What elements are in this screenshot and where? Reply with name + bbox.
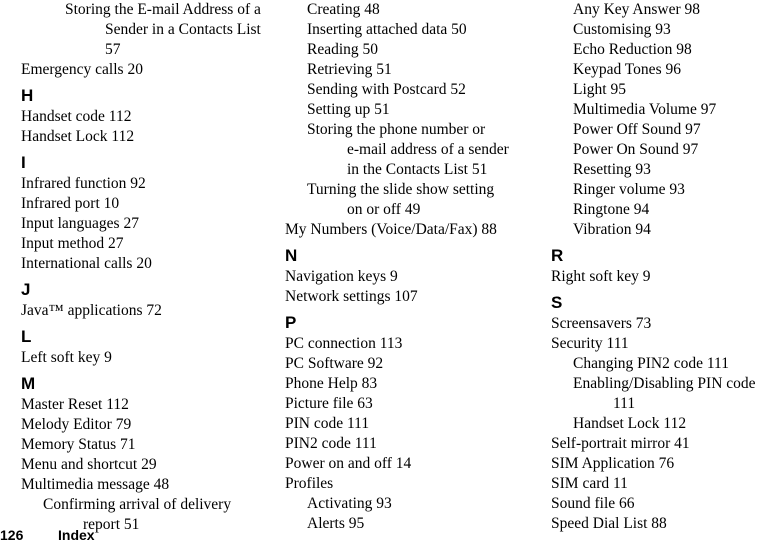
index-column-3: Any Key Answer 98 Customising 93 Echo Redu… — [543, 0, 768, 534]
index-entry: Power On Sound 97 — [573, 141, 699, 158]
index-entry: Resetting 93 — [573, 161, 651, 178]
index-letter-heading: I — [21, 153, 26, 172]
index-entry: SIM Application 76 — [551, 455, 675, 472]
index-entry: Screensavers 73 — [551, 315, 652, 332]
index-entry: Network settings 107 — [285, 288, 418, 305]
index-entry: Retrieving 51 — [307, 61, 392, 78]
index-columns: Storing the E-mail Address of a Sender in… — [0, 0, 768, 533]
index-entry: Enabling/Disabling PIN code — [573, 375, 756, 392]
index-entry: Multimedia message 48 — [21, 476, 170, 493]
index-entry: Echo Reduction 98 — [573, 41, 692, 58]
index-letter-heading: M — [21, 374, 36, 393]
index-entry: Storing the E-mail Address of a — [65, 1, 261, 18]
index-entry: SIM card 11 — [551, 475, 628, 492]
index-entry: Power on and off 14 — [285, 455, 412, 472]
index-entry: Menu and shortcut 29 — [21, 456, 157, 473]
index-entry: Multimedia Volume 97 — [573, 101, 717, 118]
index-entry: Handset Lock 112 — [21, 128, 135, 145]
index-entry: Reading 50 — [307, 41, 379, 58]
index-entry: Profiles — [285, 475, 334, 492]
index-entry: Input languages 27 — [21, 215, 139, 232]
index-entry: Ringer volume 93 — [573, 181, 685, 198]
index-entry: Left soft key 9 — [21, 349, 112, 366]
index-entry: on or off 49 — [347, 201, 421, 218]
index-entry: Picture file 63 — [285, 395, 373, 412]
index-entry: Keypad Tones 96 — [573, 61, 681, 78]
index-entry: Inserting attached data 50 — [307, 21, 467, 38]
index-entry: Any Key Answer 98 — [573, 1, 700, 18]
index-entry: Creating 48 — [307, 1, 380, 18]
index-letter-heading: J — [21, 280, 31, 299]
index-entry: Java™ applications 72 — [21, 302, 162, 319]
index-entry: PC Software 92 — [285, 355, 384, 372]
index-entry: Melody Editor 79 — [21, 416, 132, 433]
index-entry: Sending with Postcard 52 — [307, 81, 466, 98]
index-letter-heading: N — [285, 246, 298, 265]
footer-page-number: 126 — [0, 527, 24, 543]
index-entry: Storing the phone number or — [307, 121, 486, 138]
index-entry: Changing PIN2 code 111 — [573, 355, 729, 372]
index-entry: in the Contacts List 51 — [347, 161, 488, 178]
index-entry: Handset Lock 112 — [573, 415, 687, 432]
index-entry: 111 — [613, 395, 636, 412]
index-entry: Right soft key 9 — [551, 268, 651, 285]
index-entry: PIN2 code 111 — [285, 435, 377, 452]
index-entry: Master Reset 112 — [21, 396, 129, 413]
index-entry: Self-portrait mirror 41 — [551, 435, 690, 452]
index-entry: Infrared port 10 — [21, 195, 120, 212]
index-entry: e-mail address of a sender — [347, 141, 509, 158]
index-column-1: Storing the E-mail Address of a Sender in… — [0, 0, 275, 535]
index-entry: PIN code 111 — [285, 415, 370, 432]
index-entry: Vibration 94 — [573, 221, 651, 238]
index-page: Storing the E-mail Address of a Sender in… — [0, 0, 768, 548]
index-entry: Infrared function 92 — [21, 175, 146, 192]
index-entry: Turning the slide show setting — [307, 181, 495, 198]
index-entry: Activating 93 — [307, 495, 392, 512]
index-entry: My Numbers (Voice/Data/Fax) 88 — [285, 221, 497, 238]
index-entry: Navigation keys 9 — [285, 268, 398, 285]
index-entry: Emergency calls 20 — [21, 61, 143, 78]
index-entry: Confirming arrival of delivery — [43, 496, 232, 513]
index-letter-heading: H — [21, 86, 34, 105]
index-entry: Ringtone 94 — [573, 201, 650, 218]
index-letter-heading: L — [21, 327, 32, 346]
index-entry: Handset code 112 — [21, 108, 132, 125]
page-footer: 126 Index — [0, 522, 768, 548]
index-letter-heading: S — [551, 293, 563, 312]
index-entry: Customising 93 — [573, 21, 671, 38]
index-entry: Memory Status 71 — [21, 436, 136, 453]
footer-section-name: Index — [58, 527, 95, 543]
index-entry: Setting up 51 — [307, 101, 390, 118]
index-entry: Sender in a Contacts List — [105, 21, 261, 38]
index-entry: Power Off Sound 97 — [573, 121, 701, 138]
index-letter-heading: P — [285, 313, 297, 332]
index-entry: Light 95 — [573, 81, 626, 98]
index-letter-heading: R — [551, 246, 564, 265]
index-column-2: Creating 48 Inserting attached data 50 Rea… — [275, 0, 543, 534]
index-entry: Security 111 — [551, 335, 629, 352]
index-entry: International calls 20 — [21, 255, 152, 272]
index-entry: PC connection 113 — [285, 335, 403, 352]
index-entry: Sound file 66 — [551, 495, 635, 512]
index-entry: 57 — [105, 41, 121, 58]
index-entry: Input method 27 — [21, 235, 124, 252]
index-entry: Phone Help 83 — [285, 375, 378, 392]
